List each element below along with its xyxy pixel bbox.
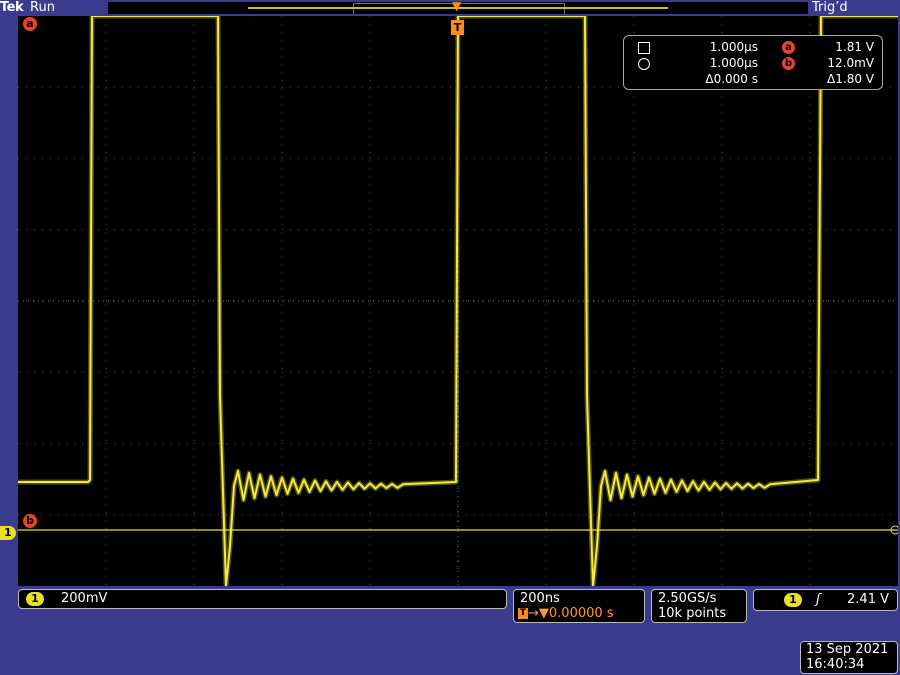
readout-row-3: Δ0.000 s Δ1.80 V <box>624 71 882 87</box>
trigger-level: 2.41 V <box>847 592 889 607</box>
trigger-small-icon: T <box>518 608 528 619</box>
cursor-a-value: 1.81 V <box>835 40 874 54</box>
cursor-1-time: 1.000µs <box>709 40 758 54</box>
record-length: 10k points <box>658 606 727 621</box>
cursor-readout: 1.000µs a 1.81 V 1.000µs b 12.0mV Δ0.000… <box>623 35 883 90</box>
rising-edge-icon: ʃ <box>816 592 821 607</box>
trigger-position-readout: T →▼0.00000 s <box>518 606 614 621</box>
delta-time: Δ0.000 s <box>705 72 758 86</box>
channel-1-badge: 1 <box>26 592 44 606</box>
trigger-position-value: 0.00000 s <box>548 606 614 621</box>
readout-row-2: 1.000µs b 12.0mV <box>624 55 882 71</box>
brand-label: Tek <box>0 0 24 15</box>
ch1-ground-marker[interactable]: 1 <box>0 526 16 540</box>
acquisition-settings[interactable]: 2.50GS/s 10k points <box>651 589 747 623</box>
date-time-display: 13 Sep 2021 16:40:34 <box>800 641 898 674</box>
trigger-state: Trig’d <box>812 0 848 15</box>
timebase-scale: 200ns <box>520 591 560 606</box>
circle-cursor-icon <box>638 57 650 70</box>
cursor-2-time: 1.000µs <box>709 56 758 70</box>
date-label: 13 Sep 2021 <box>806 642 889 657</box>
cursor-a-marker[interactable]: a <box>23 17 37 31</box>
time-label: 16:40:34 <box>806 657 865 672</box>
timebase-settings[interactable]: 200ns T →▼0.00000 s <box>513 589 645 623</box>
sample-rate: 2.50GS/s <box>658 591 717 606</box>
trigger-source-badge: 1 <box>784 593 802 607</box>
channel-1-scale: 200mV <box>61 591 108 606</box>
trigger-position-top-icon: ▼ <box>452 0 462 13</box>
square-cursor-icon <box>638 41 650 54</box>
trigger-marker-icon[interactable]: T <box>451 20 464 35</box>
cursor-b-marker[interactable]: b <box>23 514 37 528</box>
status-bar: Tek Run ▼ Trig’d <box>0 0 900 16</box>
channel-1-settings[interactable]: 1 200mV <box>18 589 507 609</box>
cursor-b-badge: b <box>782 57 795 70</box>
cursor-b-value: 12.0mV <box>827 56 874 70</box>
cursor-a-badge: a <box>782 41 795 54</box>
trigger-settings[interactable]: 1 ʃ 2.41 V <box>753 589 898 611</box>
graticule <box>18 16 898 586</box>
delta-volt: Δ1.80 V <box>827 72 874 86</box>
waveform-display[interactable] <box>18 16 898 586</box>
readout-row-1: 1.000µs a 1.81 V <box>624 39 882 55</box>
run-status: Run <box>30 0 55 15</box>
